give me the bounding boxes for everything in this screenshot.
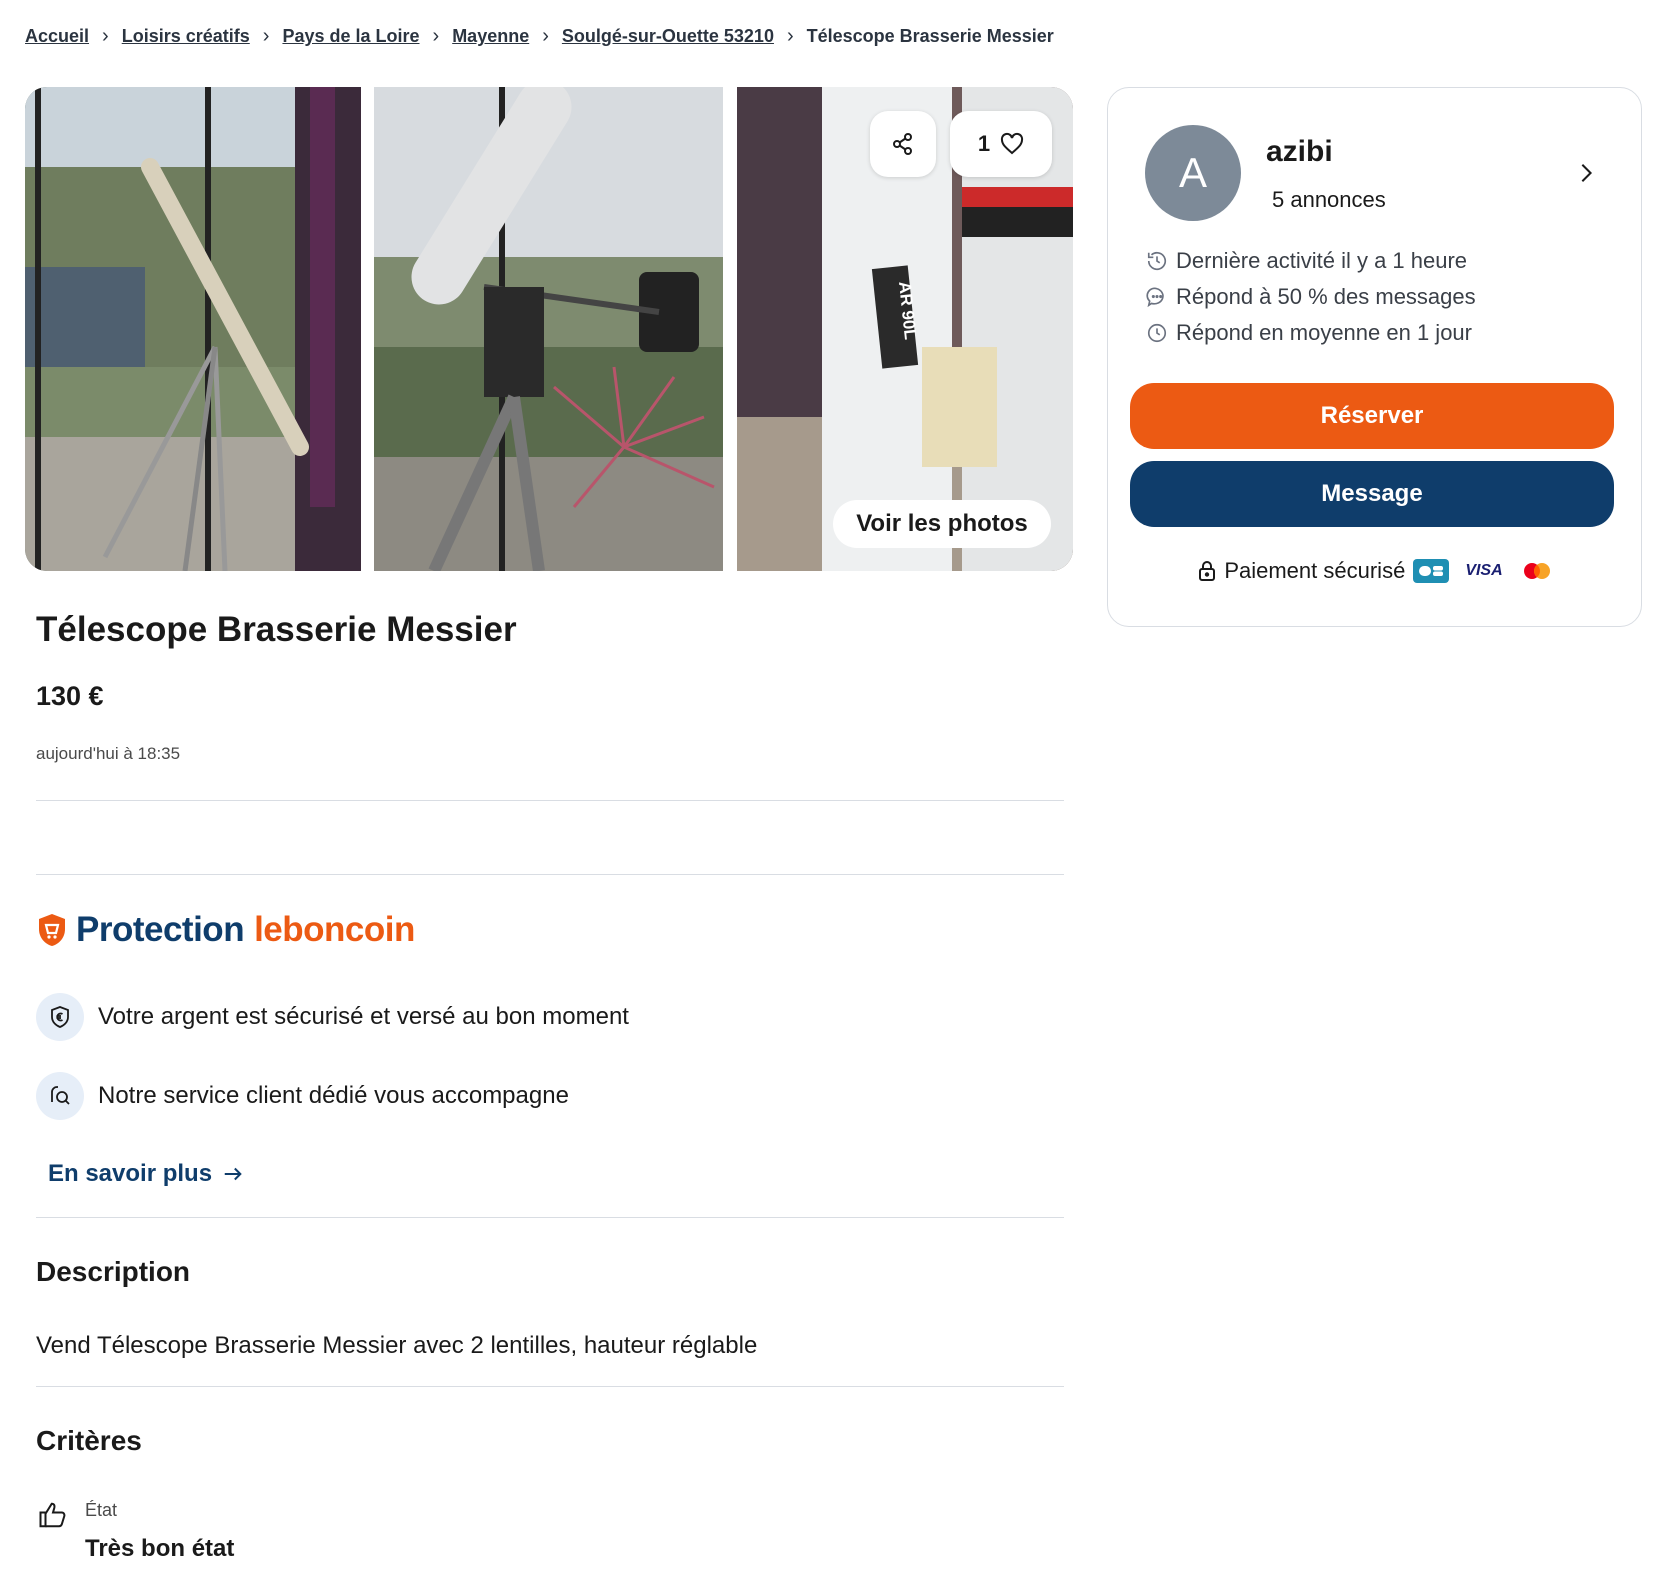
description-text: Vend Télescope Brasserie Messier avec 2 … bbox=[36, 1332, 758, 1359]
see-photos-button[interactable]: Voir les photos bbox=[833, 500, 1051, 548]
protection-feature-payment: Votre argent est sécurisé et versé au bo… bbox=[36, 993, 629, 1041]
favorite-button[interactable]: 1 bbox=[950, 111, 1052, 177]
share-icon bbox=[893, 133, 912, 155]
message-button[interactable]: Message bbox=[1130, 461, 1614, 527]
breadcrumb-link-city[interactable]: Soulgé-sur-Ouette 53210 bbox=[562, 26, 774, 47]
breadcrumb-link-category[interactable]: Loisirs créatifs bbox=[122, 26, 250, 47]
chat-icon bbox=[1146, 287, 1164, 308]
secure-payment-row: Paiement sécurisé VISA bbox=[1108, 558, 1643, 584]
protection-feature-text: Notre service client dédié vous accompag… bbox=[98, 1082, 569, 1109]
secure-payment-label: Paiement sécurisé bbox=[1224, 558, 1406, 583]
visa-logo-text: VISA bbox=[1465, 562, 1503, 579]
breadcrumb-link-home[interactable]: Accueil bbox=[25, 26, 89, 47]
lock-icon bbox=[1199, 561, 1216, 581]
seller-stat-response-rate: Répond à 50 % des messages bbox=[1146, 284, 1476, 310]
shield-icon bbox=[39, 914, 65, 946]
chevron-right-icon: › bbox=[262, 25, 270, 47]
chevron-right-icon: › bbox=[432, 25, 440, 47]
history-icon bbox=[1147, 252, 1167, 271]
seller-stat-text: Répond à 50 % des messages bbox=[1176, 284, 1476, 309]
protection-feature-text: Votre argent est sécurisé et versé au bo… bbox=[98, 1003, 629, 1030]
chevron-right-icon: › bbox=[102, 25, 109, 47]
listing-photo-1[interactable] bbox=[25, 87, 361, 571]
mastercard-icon bbox=[1521, 560, 1553, 582]
clock-icon bbox=[1147, 323, 1167, 343]
breadcrumb-link-department[interactable]: Mayenne bbox=[452, 26, 529, 47]
seller-stat-text: Dernière activité il y a 1 heure bbox=[1176, 248, 1468, 273]
learn-more-label: En savoir plus bbox=[48, 1160, 213, 1187]
heart-icon bbox=[1001, 132, 1024, 155]
reserve-button[interactable]: Réserver bbox=[1130, 383, 1614, 449]
chevron-right-icon: › bbox=[542, 25, 549, 47]
divider bbox=[36, 800, 1064, 801]
divider bbox=[36, 1217, 1064, 1218]
thumbs-up-icon bbox=[39, 1502, 66, 1528]
listing-date: aujourd'hui à 18:35 bbox=[36, 744, 181, 763]
seller-stat-response-time: Répond en moyenne en 1 jour bbox=[1146, 320, 1472, 346]
protection-feature-support: Notre service client dédié vous accompag… bbox=[36, 1072, 569, 1120]
breadcrumb: Accueil › Loisirs créatifs › Pays de la … bbox=[25, 25, 1054, 48]
avatar[interactable]: A bbox=[1145, 125, 1241, 221]
breadcrumb-current: Télescope Brasserie Messier bbox=[806, 26, 1054, 46]
divider bbox=[36, 874, 1064, 875]
chat-search-icon bbox=[36, 1072, 84, 1120]
description-heading: Description bbox=[36, 1256, 191, 1287]
protection-brand-word: Protection bbox=[76, 910, 245, 949]
seller-stat-text: Répond en moyenne en 1 jour bbox=[1176, 320, 1472, 345]
seller-name[interactable]: azibi bbox=[1266, 135, 1333, 169]
cb-card-icon bbox=[1413, 559, 1450, 583]
seller-listing-count: 5 annonces bbox=[1272, 187, 1386, 212]
listing-photo-2[interactable] bbox=[374, 87, 723, 571]
arrow-right-icon bbox=[224, 1167, 242, 1181]
seller-card: A azibi 5 annonces Dernière activité il … bbox=[1107, 87, 1642, 627]
listing-title: Télescope Brasserie Messier bbox=[36, 610, 517, 649]
chevron-right-icon[interactable] bbox=[1575, 160, 1597, 186]
euro-shield-icon bbox=[36, 993, 84, 1041]
photo-gallery: AR 90L 1 Voir les photos bbox=[25, 87, 1073, 571]
learn-more-link[interactable]: En savoir plus bbox=[48, 1160, 244, 1188]
visa-logo: VISA bbox=[1465, 562, 1502, 580]
seller-stat-activity: Dernière activité il y a 1 heure bbox=[1146, 248, 1467, 274]
share-button[interactable] bbox=[870, 111, 936, 177]
chevron-right-icon: › bbox=[786, 25, 794, 47]
divider bbox=[36, 1386, 1064, 1387]
protection-leboncoin-logo: Protection leboncoin bbox=[38, 910, 415, 950]
favorite-count: 1 bbox=[977, 131, 991, 156]
criteria-state-value: Très bon état bbox=[85, 1535, 235, 1562]
criteria-state-label: État bbox=[85, 1500, 118, 1520]
leboncoin-brand-word: leboncoin bbox=[254, 910, 415, 949]
criteria-heading: Critères bbox=[36, 1425, 142, 1456]
listing-price: 130 € bbox=[36, 681, 104, 711]
breadcrumb-link-region[interactable]: Pays de la Loire bbox=[282, 26, 419, 47]
